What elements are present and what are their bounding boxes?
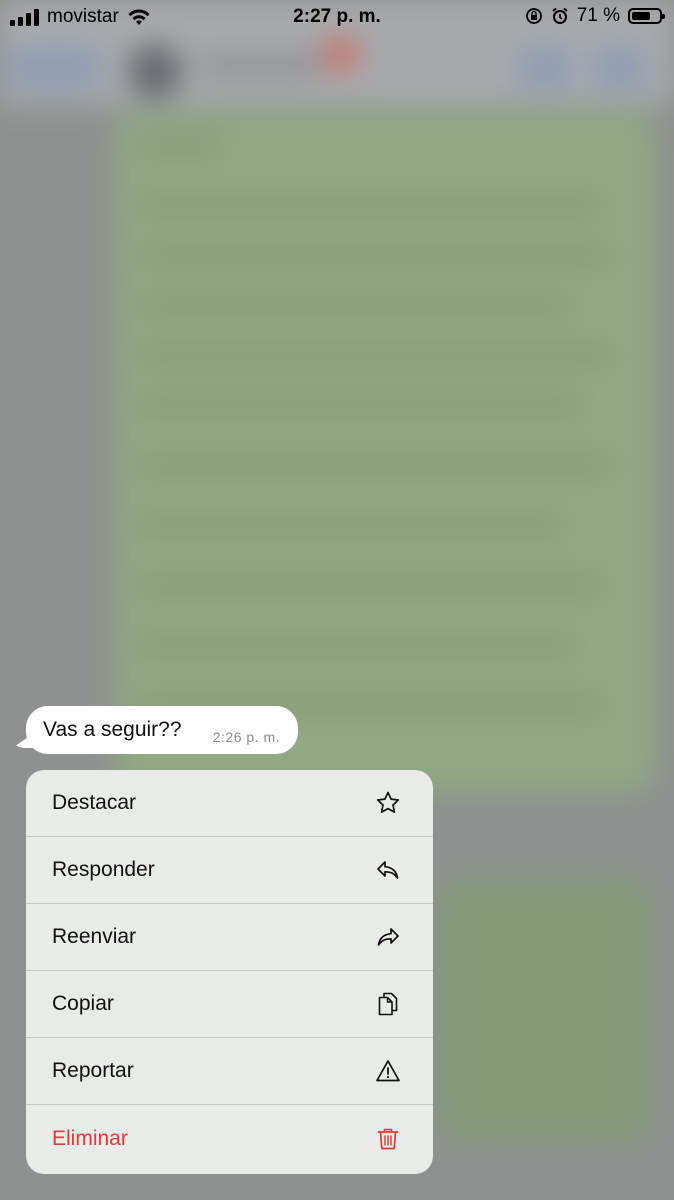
blurred-text-line xyxy=(140,460,610,470)
menu-item-label: Copiar xyxy=(52,992,114,1015)
menu-item-destacar[interactable]: Destacar xyxy=(26,770,433,837)
trash-icon xyxy=(377,1128,399,1150)
blurred-text-line xyxy=(140,400,580,410)
message-bubble: Vas a seguir?? 2:26 p. m. xyxy=(26,706,298,754)
status-right: 71 % xyxy=(525,5,665,27)
blurred-text-line xyxy=(140,640,570,650)
battery-icon xyxy=(628,8,665,24)
blurred-text-line xyxy=(140,200,600,210)
forward-icon xyxy=(377,928,399,946)
menu-item-eliminar[interactable]: Eliminar xyxy=(26,1105,433,1173)
menu-item-label: Responder xyxy=(52,858,155,881)
menu-item-responder[interactable]: Responder xyxy=(26,837,433,904)
menu-item-copiar[interactable]: Copiar xyxy=(26,971,433,1038)
menu-item-reportar[interactable]: Reportar xyxy=(26,1038,433,1105)
menu-item-label: Destacar xyxy=(52,791,137,814)
blurred-title xyxy=(200,56,320,74)
blurred-text-line xyxy=(140,520,560,530)
alarm-icon xyxy=(552,7,568,24)
blurred-video-button xyxy=(595,50,645,86)
blurred-message-bubble xyxy=(115,112,655,792)
blurred-text-line xyxy=(140,580,600,590)
menu-item-label: Reenviar xyxy=(52,925,137,948)
blurred-text-line xyxy=(140,350,610,360)
star-icon xyxy=(376,791,400,813)
rotation-lock-icon xyxy=(525,8,542,24)
status-bar: movistar 2:27 p. m. 71 % xyxy=(0,0,674,36)
menu-item-reenviar[interactable]: Reenviar xyxy=(26,904,433,971)
blurred-badge xyxy=(320,36,360,72)
blurred-text-line xyxy=(140,250,610,260)
blurred-back-button xyxy=(10,50,100,86)
warning-icon xyxy=(376,1060,400,1082)
message-time: 2:26 p. m. xyxy=(212,729,280,745)
blurred-avatar xyxy=(128,44,182,98)
blurred-text-line xyxy=(140,300,570,310)
blurred-call-button xyxy=(520,50,570,86)
message-context-menu: Destacar Responder Reenviar Copiar Repor… xyxy=(26,770,433,1174)
blurred-message-bubble xyxy=(440,880,650,1140)
battery-percent: 71 % xyxy=(576,5,620,26)
menu-item-label: Reportar xyxy=(52,1059,134,1082)
menu-item-label: Eliminar xyxy=(52,1127,128,1150)
blurred-text-line xyxy=(140,140,220,150)
reply-icon xyxy=(377,861,399,879)
copy-icon xyxy=(378,992,398,1016)
message-text: Vas a seguir?? xyxy=(43,718,182,741)
